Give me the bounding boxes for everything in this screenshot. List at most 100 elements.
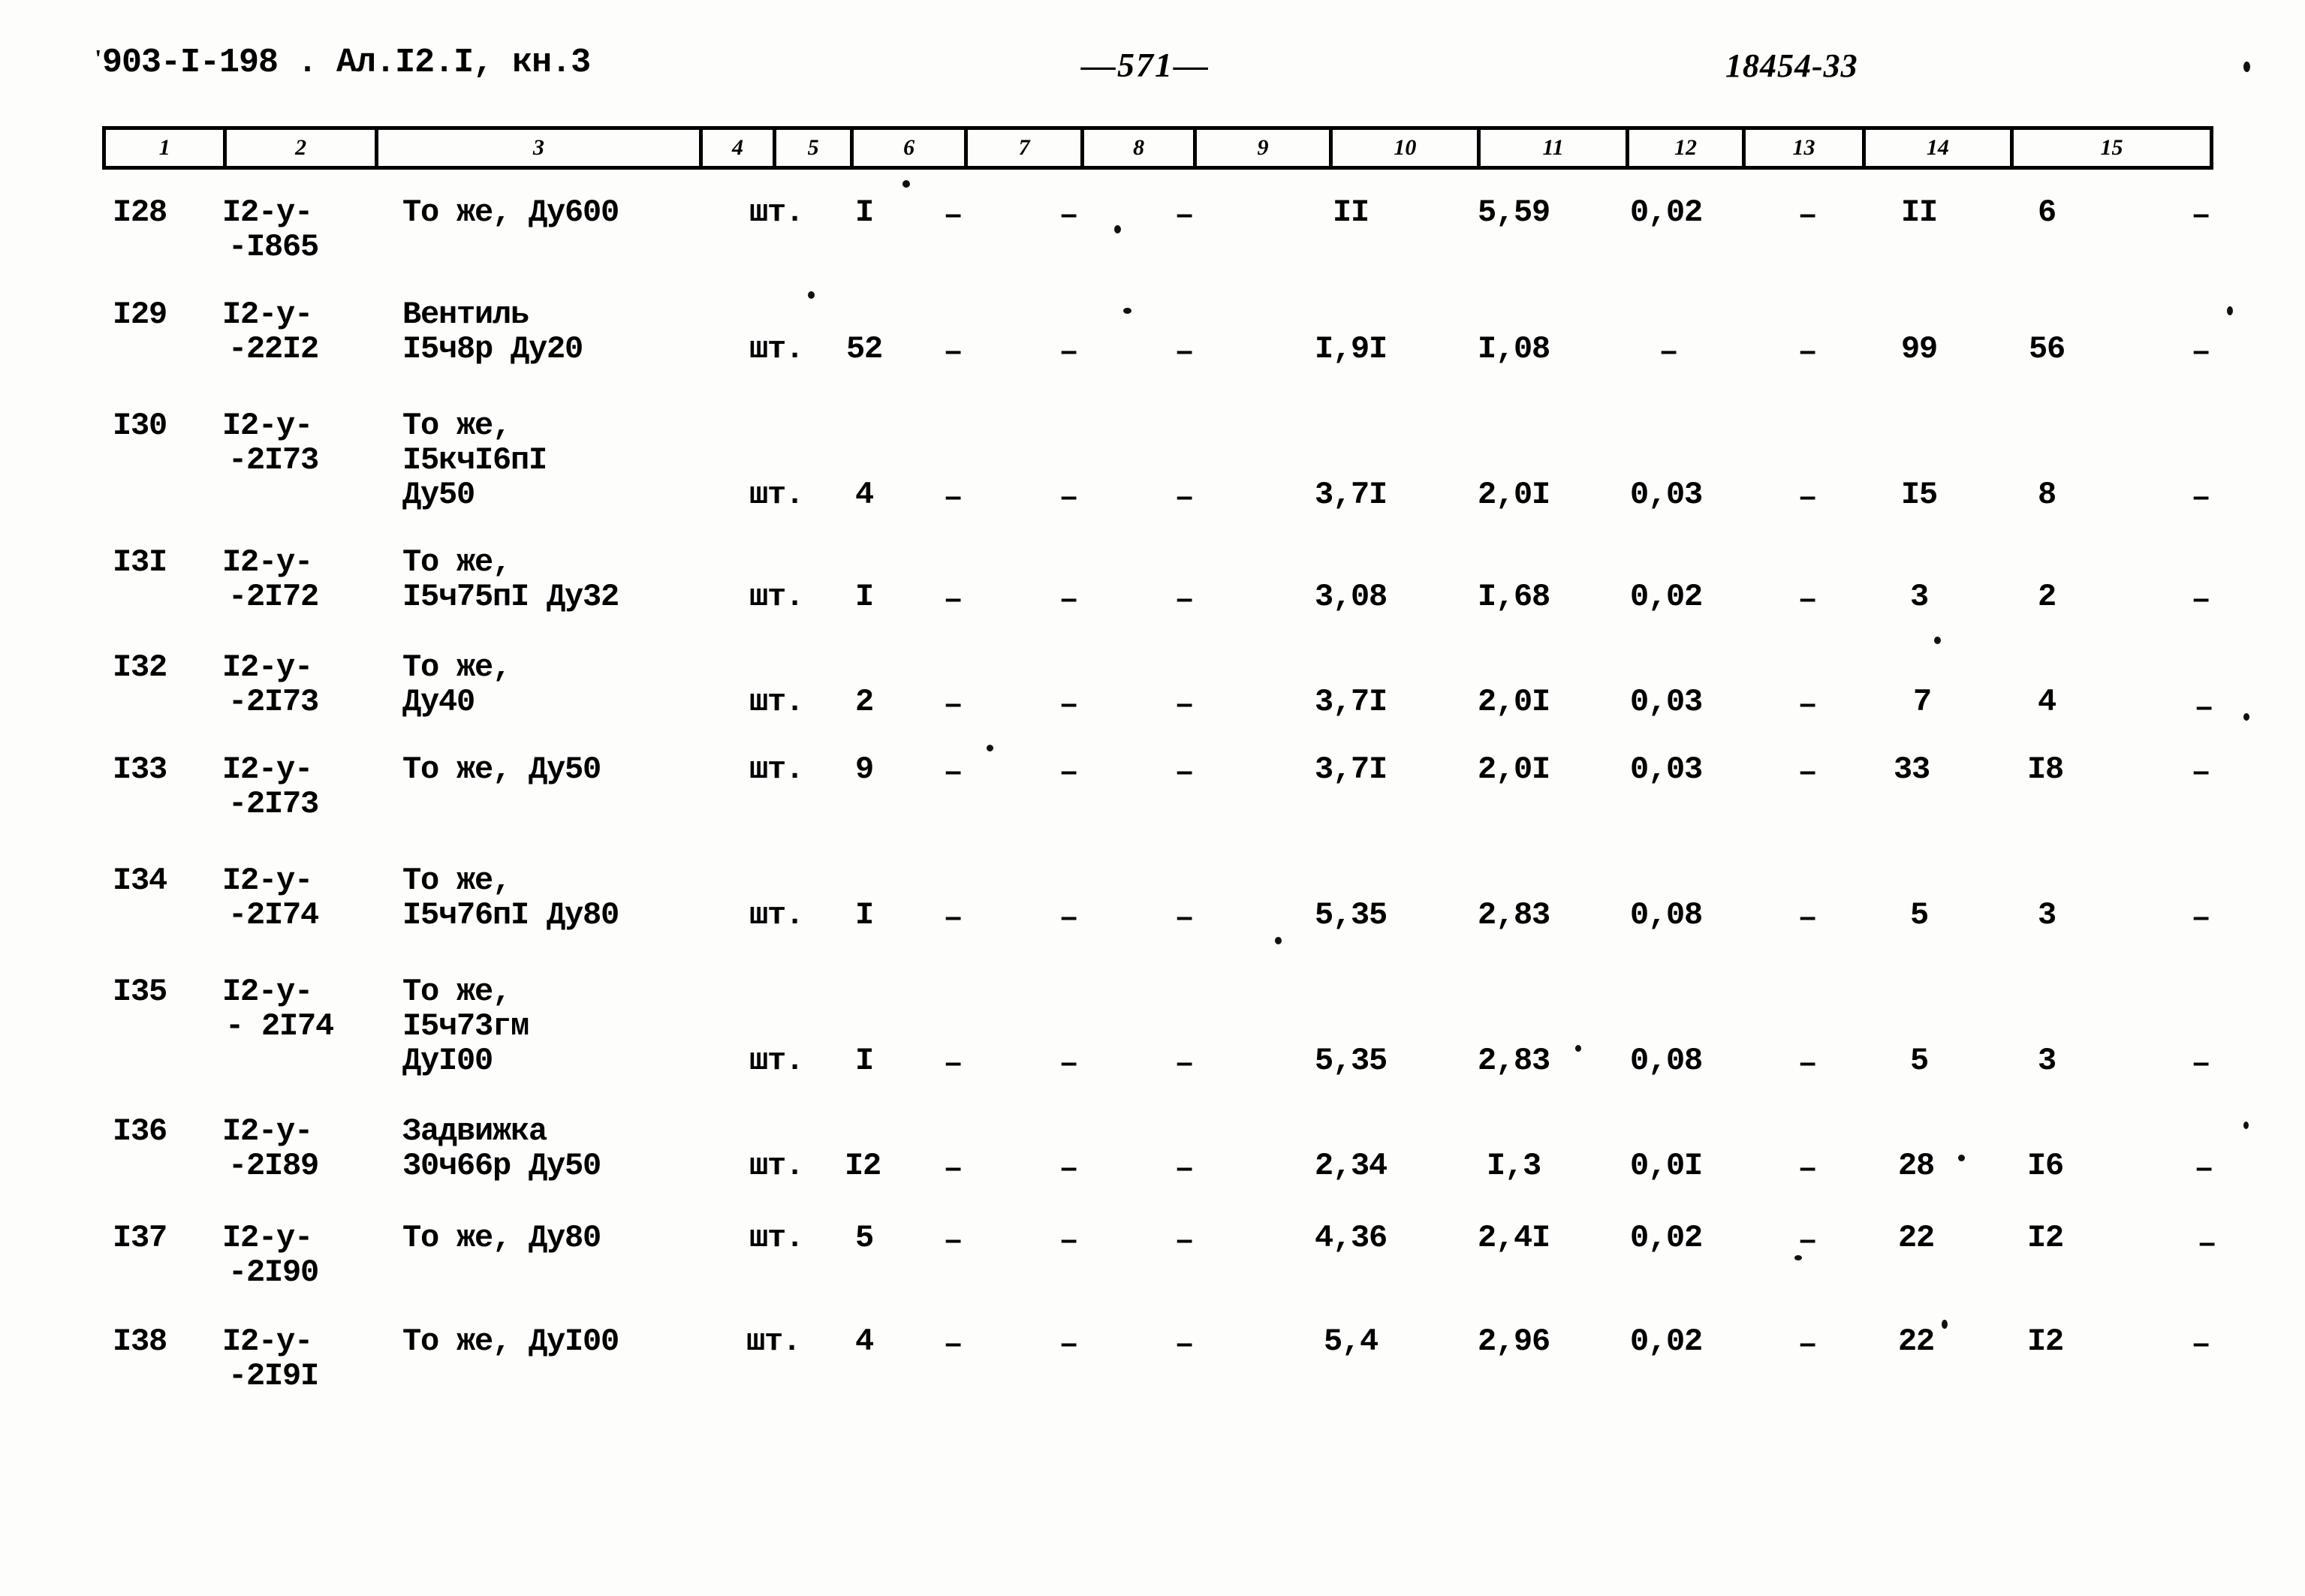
row-col7: – [1060,582,1077,615]
row-name-line1: То же, [402,649,511,685]
row-col7: – [1060,1223,1077,1256]
row-col14: 56 [2028,331,2065,367]
scan-speck [808,291,815,299]
table-row: I28 I2-у- -I865 То же, Ду600 шт. I – – –… [102,180,2213,291]
column-header-8: 8 [1084,130,1197,166]
row-col11: 0,03 [1629,751,1703,787]
row-col10: 5,59 [1477,194,1550,230]
row-code-line1: I2-у- [222,1323,313,1360]
row-col10: 2,83 [1477,897,1550,933]
row-unit: шт. [749,1220,804,1256]
row-name-line1: То же, [402,974,511,1010]
scan-speck [2243,1122,2249,1129]
row-name-line2: 30ч66р Ду50 [402,1148,601,1184]
row-col11: 0,02 [1629,579,1703,615]
row-code-line1: I2-у- [222,544,313,580]
row-col14: 3 [2037,897,2056,933]
column-header-3: 3 [378,130,704,166]
column-header-15: 15 [2100,135,2123,160]
row-col15: – [2192,900,2209,933]
row-code-line2: -2I72 [228,579,319,615]
row-code-line2: -I865 [228,229,319,265]
table-row: I35 I2-у- - 2I74 То же, I5ч73гм ДуI00 шт… [102,967,2213,1107]
row-name-line2: I5ч8р Ду20 [402,331,583,367]
row-col13: 99 [1900,331,1938,367]
row-name-line2: I5ч76пI Ду80 [402,897,619,933]
scan-speck [902,180,910,188]
row-col15: – [2192,334,2209,367]
row-code-line1: I2-у- [222,751,313,787]
row-unit: шт. [749,897,804,933]
row-col12: – [1799,1223,1815,1256]
row-col10: 2,4I [1477,1220,1550,1256]
row-col7: – [1060,687,1077,720]
row-col6: – [945,754,961,787]
row-col13: 33 [1893,751,1930,787]
row-col7: – [1060,1326,1077,1360]
row-col13: 22 [1897,1323,1935,1360]
row-col15: – [2192,1046,2209,1079]
row-position: I3I [113,544,167,580]
scan-speck [1934,637,1941,644]
row-col14: 3 [2037,1043,2056,1079]
page-number: —571— [1081,46,1210,84]
row-col9: 3,08 [1314,579,1388,615]
row-col9: 3,7I [1314,477,1388,513]
row-code-line1: I2-у- [222,408,313,444]
row-code-line1: I2-у- [222,297,313,333]
row-col13: 5 [1909,1043,1929,1079]
column-header-1: 1 [106,130,227,166]
row-name-line2: I5ч75пI Ду32 [402,579,619,615]
row-col9: I,9I [1314,331,1388,367]
row-unit: шт. [749,331,804,367]
row-code-line2: - 2I74 [225,1008,334,1044]
row-col10: 2,0I [1477,477,1550,513]
row-name-line1: Задвижка [402,1113,547,1149]
row-name-line1: То же, Ду600 [402,194,619,230]
row-unit: шт. [749,1043,804,1079]
header-tick-mark: ' [95,45,102,73]
row-name-line1: То же, [402,863,511,899]
table-row: I33 I2-у- -2I73 То же, Ду50 шт. 9 – – – … [102,745,2213,854]
row-position: I35 [113,974,167,1010]
row-code-line2: -22I2 [228,331,319,367]
row-col7: – [1060,900,1077,933]
row-col14: I6 [2026,1148,2064,1184]
row-col11: 0,03 [1629,477,1703,513]
row-col15: – [2192,197,2209,230]
row-col6: – [945,480,961,513]
row-code-line1: I2-у- [222,194,313,230]
row-col10: 2,0I [1477,751,1550,787]
row-col9: 5,35 [1314,1043,1388,1079]
row-name-line1: То же, ДуI00 [402,1323,619,1360]
row-col6: – [945,1151,961,1184]
column-header-9: 9 [1197,130,1333,166]
row-col12: – [1799,1046,1815,1079]
archive-code: 18454-33 [1725,47,1858,84]
row-col8: – [1176,900,1192,933]
page-header: ' 903-I-198 . Ал.I2.I, кн.3 —571— 18454-… [0,44,2305,96]
row-name-line1: То же, [402,544,511,580]
row-col8: – [1176,197,1192,230]
row-col12: – [1799,582,1815,615]
table-body: I28 I2-у- -I865 То же, Ду600 шт. I – – –… [102,180,2249,1420]
row-unit: шт. [749,1148,804,1184]
row-code-line2: -2I73 [228,684,319,720]
row-col10: I,68 [1477,579,1550,615]
row-col6: – [945,582,961,615]
row-code-line2: -2I74 [228,897,319,933]
row-col9: 5,35 [1314,897,1388,933]
row-col8: – [1176,1046,1192,1079]
row-col14: I8 [2026,751,2064,787]
row-col8: – [1176,480,1192,513]
table-row: I36 I2-у- -2I89 Задвижка 30ч66р Ду50 шт.… [102,1107,2249,1215]
row-unit: шт. [749,751,804,787]
row-col8: – [1176,334,1192,367]
row-name-line2: Ду40 [402,684,475,720]
row-code-line1: I2-у- [222,1220,313,1256]
row-col11: 0,0I [1629,1148,1703,1184]
row-col14: 2 [2037,579,2056,615]
column-header-4: 4 [703,130,776,166]
row-col11: – [1660,334,1677,367]
row-col6: – [945,900,961,933]
